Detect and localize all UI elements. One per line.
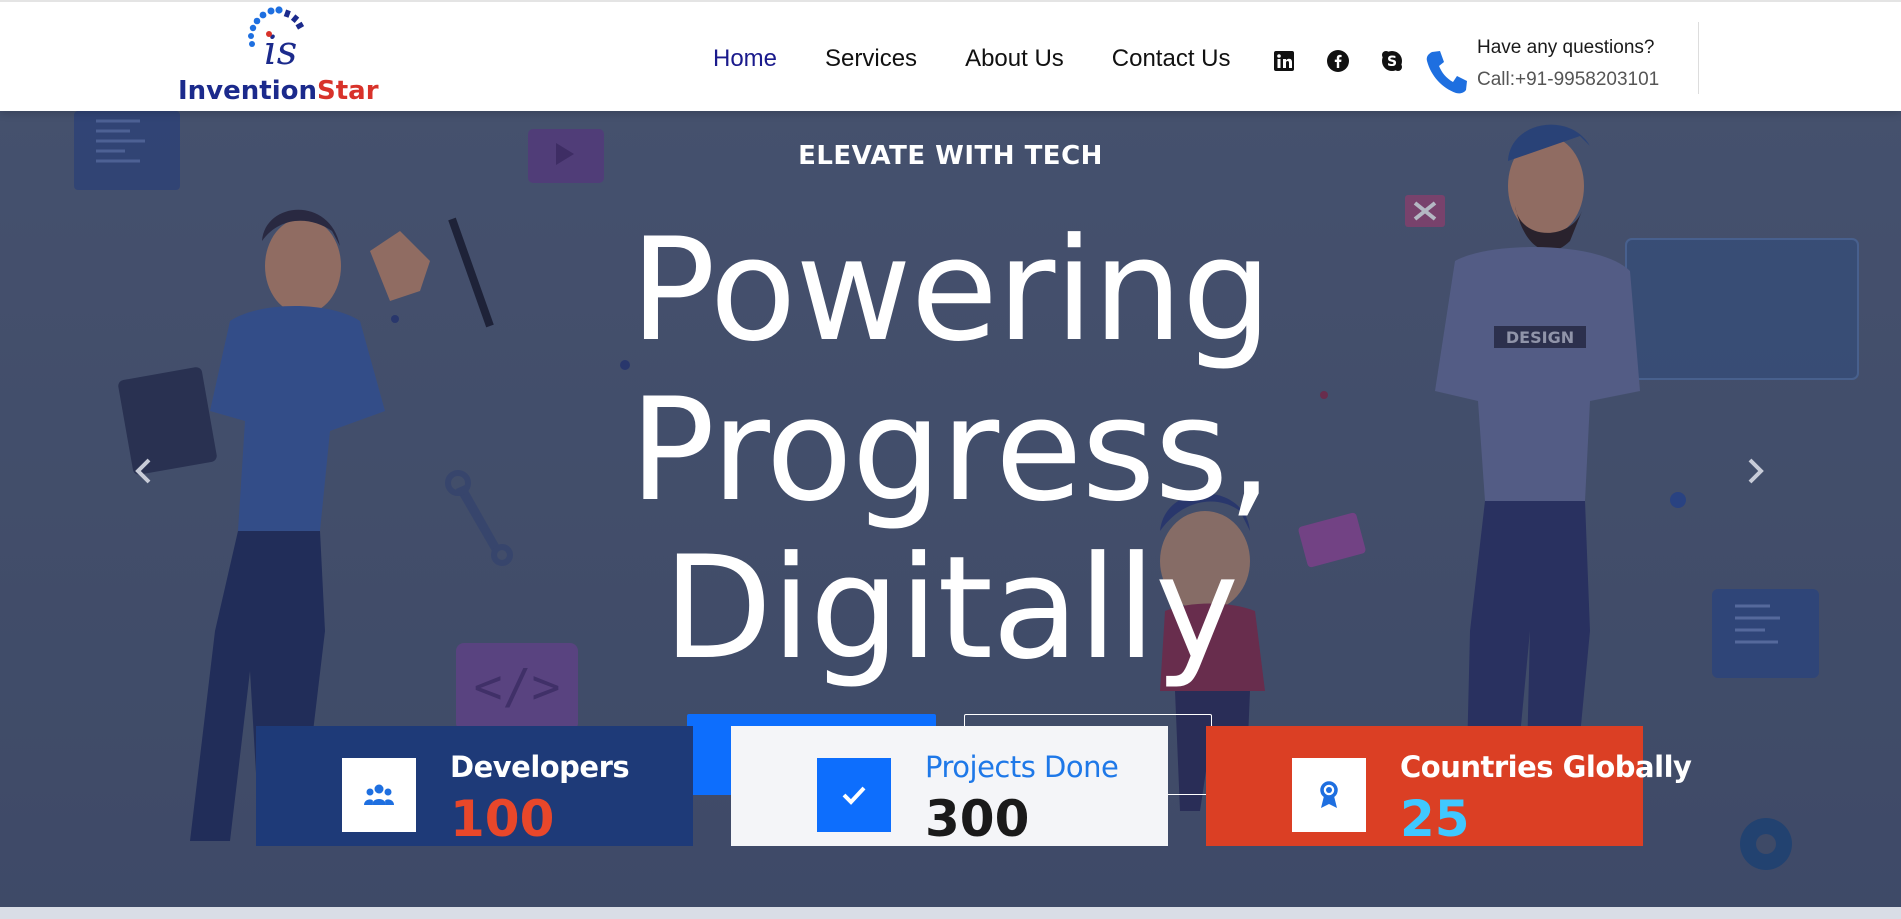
social-links: S xyxy=(1272,49,1434,73)
carousel-next-button[interactable] xyxy=(1741,451,1771,491)
nav-contact-us[interactable]: Contact Us xyxy=(1112,45,1231,73)
logo-word-2: Star xyxy=(317,76,379,106)
logo-mark-icon: is xyxy=(248,6,305,72)
stat-icon-box xyxy=(817,758,891,832)
stat-icon-box xyxy=(342,758,416,832)
stat-icon-box xyxy=(1292,758,1366,832)
facebook-icon[interactable] xyxy=(1326,49,1350,73)
check-icon xyxy=(842,786,866,805)
stat-value: 100 xyxy=(450,790,555,848)
nav-home[interactable]: Home xyxy=(713,45,777,73)
hero-bottom-strip xyxy=(0,907,1901,919)
stat-value: 300 xyxy=(925,790,1030,848)
users-icon xyxy=(364,784,394,805)
stat-label: Developers xyxy=(450,750,630,784)
hero-headline-line3: Digitally xyxy=(662,526,1239,691)
hero-headline-line1: Powering xyxy=(630,208,1272,373)
stat-label: Projects Done xyxy=(925,750,1119,784)
award-icon xyxy=(1320,781,1338,808)
nav-about-us[interactable]: About Us xyxy=(965,45,1064,73)
contact-question: Have any questions? xyxy=(1477,37,1655,58)
site-logo[interactable]: is InventionStar xyxy=(176,6,396,106)
stat-card-developers: Developers 100 xyxy=(256,726,693,848)
site-header: is InventionStar Home Services About Us … xyxy=(0,0,1901,111)
contact-phone[interactable]: Call:+91-9958203101 xyxy=(1477,69,1659,91)
phone-icon xyxy=(1426,51,1467,94)
header-divider xyxy=(1698,22,1699,94)
nav-services[interactable]: Services xyxy=(825,45,917,73)
linkedin-icon[interactable] xyxy=(1272,49,1296,73)
chevron-right-icon xyxy=(1748,458,1764,484)
logo-wordmark: InventionStar xyxy=(178,76,379,106)
stat-card-projects: Projects Done 300 xyxy=(731,726,1168,848)
stat-value: 25 xyxy=(1400,790,1470,848)
svg-text:S: S xyxy=(1387,54,1397,70)
skype-icon[interactable]: S xyxy=(1380,49,1404,73)
main-nav: Home Services About Us Contact Us xyxy=(713,45,1279,73)
chevron-left-icon xyxy=(135,458,151,484)
logo-word-1: Invention xyxy=(178,76,317,106)
stat-card-countries: Countries Globally 25 xyxy=(1206,726,1692,848)
carousel-prev-button[interactable] xyxy=(128,451,158,491)
stat-label: Countries Globally xyxy=(1400,750,1692,784)
hero-headline-line2: Progress, xyxy=(629,368,1272,533)
hero-eyebrow: ELEVATE WITH TECH xyxy=(798,141,1103,171)
